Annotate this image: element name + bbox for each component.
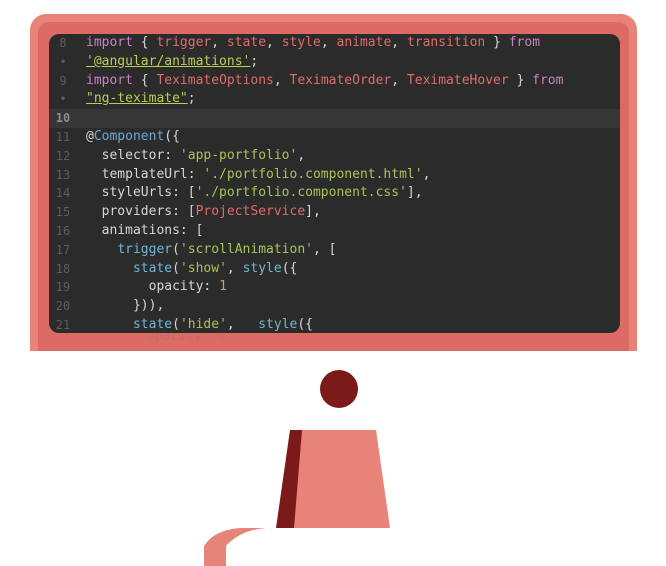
monitor-stand (204, 430, 410, 566)
monitor-illustration: 8 import { trigger, state, style, animate… (0, 0, 666, 566)
stand-neck (294, 430, 390, 528)
stand-base-highlight (226, 528, 410, 566)
